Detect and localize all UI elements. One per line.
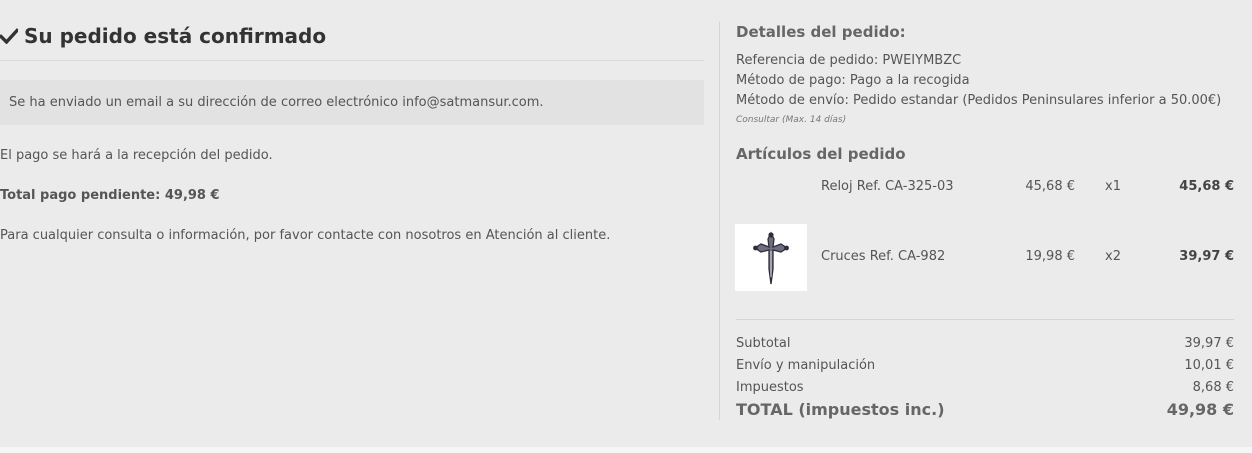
page-title: Su pedido está confirmado (0, 22, 326, 50)
shipping-value: 10,01 € (1184, 358, 1234, 373)
item-name[interactable]: Reloj Ref. CA-325-03 (821, 179, 954, 194)
email-notice-text: Se ha enviado un email a su dirección de… (9, 95, 544, 110)
taxes-value: 8,68 € (1192, 380, 1234, 395)
total-value: 49,98 € (1166, 400, 1234, 419)
item-name[interactable]: Cruces Ref. CA-982 (821, 249, 945, 264)
page-title-text: Su pedido está confirmado (24, 24, 327, 48)
payment-note: El pago se hará a la recepción del pedid… (0, 148, 273, 163)
vertical-divider (719, 22, 720, 420)
contact-note: Para cualquier consulta o información, p… (0, 228, 611, 243)
item-total: 45,68 € (1179, 179, 1234, 194)
item-unit-price: 45,68 € (1025, 179, 1075, 194)
shipping-label: Envío y manipulación (736, 358, 876, 373)
order-reference: Referencia de pedido: PWEIYMBZC (736, 53, 962, 68)
divider (736, 319, 1234, 320)
email-notice: Se ha enviado un email a su dirección de… (0, 80, 704, 125)
item-quantity: x2 (1105, 249, 1121, 264)
total-label: TOTAL (impuestos inc.) (736, 400, 945, 419)
item-unit-price: 19,98 € (1025, 249, 1075, 264)
item-total: 39,97 € (1179, 249, 1234, 264)
shipping-note: Consultar (Max. 14 días) (736, 115, 847, 125)
divider (0, 60, 704, 61)
cross-pendant-icon (753, 231, 789, 284)
taxes-label: Impuestos (736, 380, 804, 395)
pending-total: Total pago pendiente: 49,98 € (0, 188, 220, 203)
check-icon (0, 28, 18, 44)
product-thumbnail[interactable] (735, 224, 807, 291)
subtotal-value: 39,97 € (1184, 336, 1234, 351)
details-heading: Detalles del pedido: (736, 23, 906, 41)
item-quantity: x1 (1105, 179, 1121, 194)
items-heading: Artículos del pedido (736, 145, 906, 163)
subtotal-label: Subtotal (736, 336, 791, 351)
shipping-method: Método de envío: Pedido estandar (Pedido… (736, 93, 1222, 108)
footer-edge (0, 447, 1252, 453)
payment-method: Método de pago: Pago a la recogida (736, 73, 970, 88)
